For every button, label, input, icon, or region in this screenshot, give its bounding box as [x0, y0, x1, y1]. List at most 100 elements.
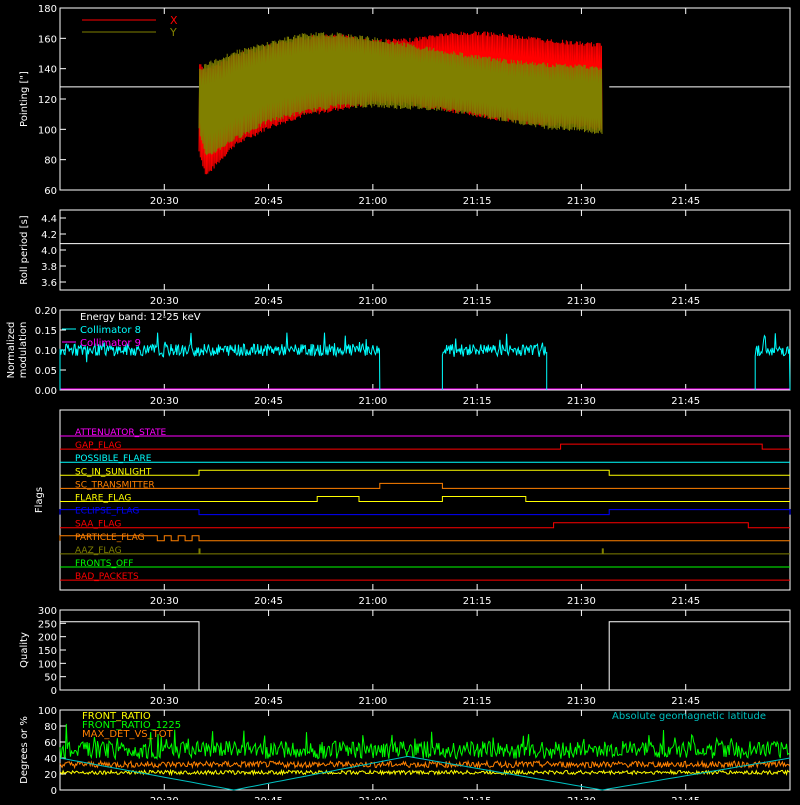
x-tick-label-quality-2: 21:00 — [358, 696, 387, 707]
ratios-series-max-det-vs-tot-seg-1 — [198, 759, 610, 770]
y-tick-label-modulation-3: 0.15 — [35, 326, 57, 337]
x-tick-label-flags-4: 21:30 — [567, 596, 596, 607]
y-tick-label-quality-2: 100 — [38, 659, 57, 670]
legend-label-collimator-9: Collimator 9 — [80, 338, 141, 349]
x-tick-label-quality-5: 21:45 — [671, 696, 700, 707]
y-tick-label-pointing-3: 120 — [38, 95, 57, 106]
x-tick-label-flags-2: 21:00 — [358, 596, 387, 607]
flag-label-aaz_flag: AAZ_FLAG — [75, 546, 122, 556]
x-tick-label-modulation-4: 21:30 — [567, 396, 596, 407]
y-label-quality: Quality — [19, 632, 30, 668]
y-tick-label-pointing-4: 140 — [38, 65, 57, 76]
modulation-series-collimator-8-seg-2 — [754, 333, 791, 391]
flag-label-particle_flag: PARTICLE_FLAG — [75, 533, 145, 543]
panel-frame-flags — [59, 409, 791, 591]
y-label-ratios: Degrees or % — [19, 716, 30, 784]
legend-label-max-det-vs-tot: MAX_DET_VS_TOT — [82, 729, 174, 740]
y-tick-label-ratios-5: 100 — [38, 706, 57, 717]
y-tick-label-pointing-6: 180 — [38, 4, 57, 15]
flag-line-gap_flag — [60, 443, 790, 450]
legend-label-Y: Y — [169, 26, 177, 39]
quality-line — [60, 621, 790, 691]
y-tick-label-quality-4: 200 — [38, 633, 57, 644]
ratios-series-front-ratio-seg-1 — [198, 768, 609, 777]
x-tick-label-pointing-4: 21:30 — [567, 196, 596, 207]
x-tick-label-flags-3: 21:15 — [463, 596, 492, 607]
flag-line-aaz_flag — [60, 548, 790, 555]
y-tick-label-modulation-4: 0.20 — [35, 306, 57, 317]
y-label-roll: Roll period [s] — [19, 215, 30, 284]
flag-label-bad_packets: BAD_PACKETS — [75, 572, 139, 582]
flag-line-eclipse_flag — [59, 509, 791, 516]
x-tick-label-pointing-0: 20:30 — [150, 196, 179, 207]
panel-frame-roll — [59, 209, 791, 291]
x-tick-label-modulation-0: 20:30 — [150, 396, 179, 407]
x-tick-label-quality-1: 20:45 — [254, 696, 283, 707]
x-tick-label-roll-1: 20:45 — [254, 296, 283, 307]
x-tick-label-roll-4: 21:30 — [567, 296, 596, 307]
y-tick-label-modulation-2: 0.10 — [35, 346, 57, 357]
x-tick-label-pointing-1: 20:45 — [254, 196, 283, 207]
x-tick-label-roll-5: 21:45 — [671, 296, 700, 307]
y-tick-label-pointing-2: 100 — [38, 125, 57, 136]
flag-label-sc_in_sunlight: SC_IN_SUNLIGHT — [75, 467, 152, 477]
x-tick-label-ratios-3: 21:15 — [463, 796, 492, 800]
x-tick-label-roll-2: 21:00 — [358, 296, 387, 307]
y-tick-label-roll-2: 4.0 — [41, 246, 57, 257]
ratios-series-front-ratio-1225-seg-1 — [198, 730, 609, 760]
x-tick-label-roll-0: 20:30 — [150, 296, 179, 307]
legend-label-geomagnetic-latitude: Absolute geomagnetic latitude — [612, 711, 766, 722]
x-tick-label-modulation-2: 21:00 — [358, 396, 387, 407]
y-tick-label-quality-6: 300 — [38, 606, 57, 617]
x-tick-label-flags-1: 20:45 — [254, 596, 283, 607]
y-tick-label-roll-0: 3.6 — [41, 278, 57, 289]
x-tick-label-modulation-1: 20:45 — [254, 396, 283, 407]
x-tick-label-pointing-3: 21:15 — [463, 196, 492, 207]
y-tick-label-quality-0: 0 — [51, 686, 57, 697]
x-tick-label-quality-3: 21:15 — [463, 696, 492, 707]
flag-label-possible_flare: POSSIBLE_FLARE — [75, 454, 152, 464]
y-tick-label-pointing-1: 80 — [44, 156, 57, 167]
x-tick-label-pointing-5: 21:45 — [671, 196, 700, 207]
flag-label-flare_flag: FLARE_FLAG — [75, 494, 131, 504]
flag-label-fronts_off: FRONTS_OFF — [75, 559, 133, 569]
x-tick-label-flags-5: 21:45 — [671, 596, 700, 607]
flag-label-attenuator_state: ATTENUATOR_STATE — [75, 428, 167, 438]
y-tick-label-pointing-5: 160 — [38, 34, 57, 45]
flag-label-eclipse_flag: ECLIPSE_FLAG — [75, 507, 139, 517]
x-tick-label-modulation-3: 21:15 — [463, 396, 492, 407]
x-tick-label-ratios-4: 21:30 — [567, 796, 596, 800]
x-tick-label-ratios-1: 20:45 — [254, 796, 283, 800]
flag-line-particle_flag — [59, 535, 790, 542]
flag-line-saa_flag — [60, 522, 790, 529]
y-tick-label-ratios-1: 20 — [44, 770, 57, 781]
modulation-energy-band: Energy band: 12-25 keV — [80, 312, 201, 323]
y-tick-label-ratios-3: 60 — [44, 738, 57, 749]
y-tick-label-pointing-0: 60 — [44, 186, 57, 197]
x-tick-label-quality-0: 20:30 — [150, 696, 179, 707]
legend-label-collimator-8: Collimator 8 — [80, 325, 141, 336]
y-tick-label-ratios-2: 40 — [44, 754, 57, 765]
y-tick-label-ratios-0: 0 — [51, 786, 57, 797]
telemetry-plot-svg: 20:30 20:45 21:00 21:15 21:30 21:45 60 80 100 120… — [6, 4, 791, 805]
x-tick-label-flags-0: 20:30 — [150, 596, 179, 607]
flag-label-gap_flag: GAP_FLAG — [75, 441, 121, 451]
y-label-pointing: Pointing ["] — [19, 71, 30, 127]
modulation-series-collimator-8-seg-1 — [441, 333, 548, 390]
y-tick-label-quality-1: 50 — [44, 673, 57, 684]
flag-label-sc_transmitter: SC_TRANSMITTER — [75, 480, 155, 490]
flag-line-sc_in_sunlight — [60, 469, 790, 476]
y-tick-label-quality-3: 150 — [38, 646, 57, 657]
ratios-series-front-ratio-1225-seg-2 — [608, 729, 790, 759]
flag-label-saa_flag: SAA_FLAG — [75, 520, 121, 530]
x-tick-label-quality-4: 21:30 — [567, 696, 596, 707]
y-label-flags: Flags — [34, 487, 45, 513]
y-tick-label-modulation-0: 0.00 — [35, 386, 57, 397]
y-tick-label-ratios-4: 80 — [44, 722, 57, 733]
y-tick-label-modulation-1: 0.05 — [35, 366, 57, 377]
y-tick-label-roll-4: 4.4 — [41, 214, 57, 225]
x-tick-label-ratios-5: 21:45 — [671, 796, 700, 800]
x-tick-label-modulation-5: 21:45 — [671, 396, 700, 407]
x-tick-label-ratios-0: 20:30 — [150, 796, 179, 800]
y-label-modulation-2: modulation — [18, 322, 29, 379]
